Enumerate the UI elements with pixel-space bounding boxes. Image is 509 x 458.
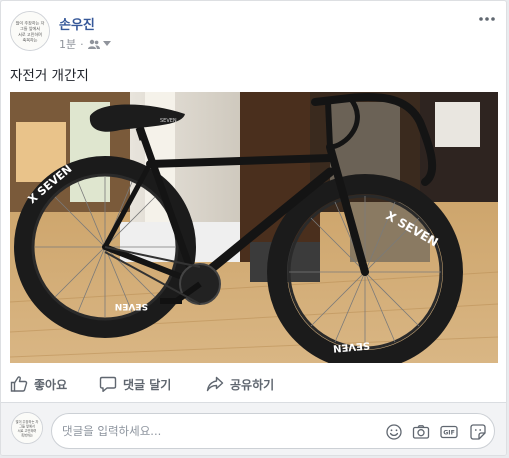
avatar-line-1: 많이 주장하는 자: [16, 19, 45, 25]
composer-avatar-image: 많이 주장하는 자 그들 앞에서 서로 고민하며 축복하는: [12, 413, 42, 443]
post-meta: 1분 ·: [59, 37, 111, 51]
more-options-icon[interactable]: [478, 11, 496, 25]
avatar-line-4: 축복하는: [22, 36, 37, 42]
pedal: [160, 298, 182, 304]
comment-box: GIF: [51, 413, 495, 449]
chevron-down-icon[interactable]: [102, 41, 111, 47]
author-avatar[interactable]: 많이 주장하는 자 그들 앞에서 서로 고민하며 축복하는: [10, 11, 50, 51]
rear-wheel-side-text: SEVEN: [115, 301, 148, 311]
friends-icon[interactable]: [87, 39, 100, 49]
like-label: 좋아요: [34, 377, 68, 392]
composer-avatar-line-3: 서로 고민하며: [18, 428, 37, 433]
thumbs-up-icon: [10, 375, 28, 393]
sticker-icon[interactable]: [469, 423, 487, 441]
post-card: 많이 주장하는 자 그들 앞에서 서로 고민하며 축복하는 손우진 1분 · 자…: [0, 0, 507, 456]
avatar-image: 많이 주장하는 자 그들 앞에서 서로 고민하며 축복하는: [11, 12, 49, 50]
comment-label: 댓글 달기: [123, 377, 172, 392]
comment-button[interactable]: 댓글 달기: [99, 371, 171, 397]
comment-input[interactable]: [62, 414, 362, 448]
share-label: 공유하기: [230, 377, 275, 392]
bicycle-photo: X SEVEN SEVEN X SEVEN SEVEN SEVEN: [10, 92, 498, 363]
camera-icon[interactable]: [412, 423, 430, 441]
action-bar: 좋아요 댓글 달기 공유하기: [1, 371, 506, 397]
composer-avatar[interactable]: 많이 주장하는 자 그들 앞에서 서로 고민하며 축복하는: [11, 412, 43, 444]
composer-avatar-line-1: 많이 주장하는 자: [16, 419, 39, 424]
post-text: 자전거 개간지: [10, 68, 89, 84]
share-button[interactable]: 공유하기: [206, 371, 274, 397]
like-button[interactable]: 좋아요: [10, 371, 67, 397]
comment-icon: [99, 375, 117, 393]
gif-label: GIF: [443, 430, 455, 437]
emoji-icon[interactable]: [385, 423, 403, 441]
meta-separator: ·: [80, 37, 84, 51]
share-icon: [206, 375, 224, 393]
gif-icon[interactable]: GIF: [440, 423, 458, 441]
saddle-text: SEVEN: [160, 118, 177, 124]
post-time[interactable]: 1분: [59, 36, 76, 52]
avatar-line-2: 그들 앞에서: [20, 25, 40, 31]
composer-avatar-line-4: 축복하는: [21, 432, 33, 437]
avatar-line-3: 서로 고민하며: [18, 31, 42, 37]
composer-avatar-line-2: 그들 앞에서: [19, 423, 35, 428]
author-name[interactable]: 손우진: [59, 14, 95, 33]
post-photo[interactable]: X SEVEN SEVEN X SEVEN SEVEN SEVEN: [10, 92, 498, 363]
